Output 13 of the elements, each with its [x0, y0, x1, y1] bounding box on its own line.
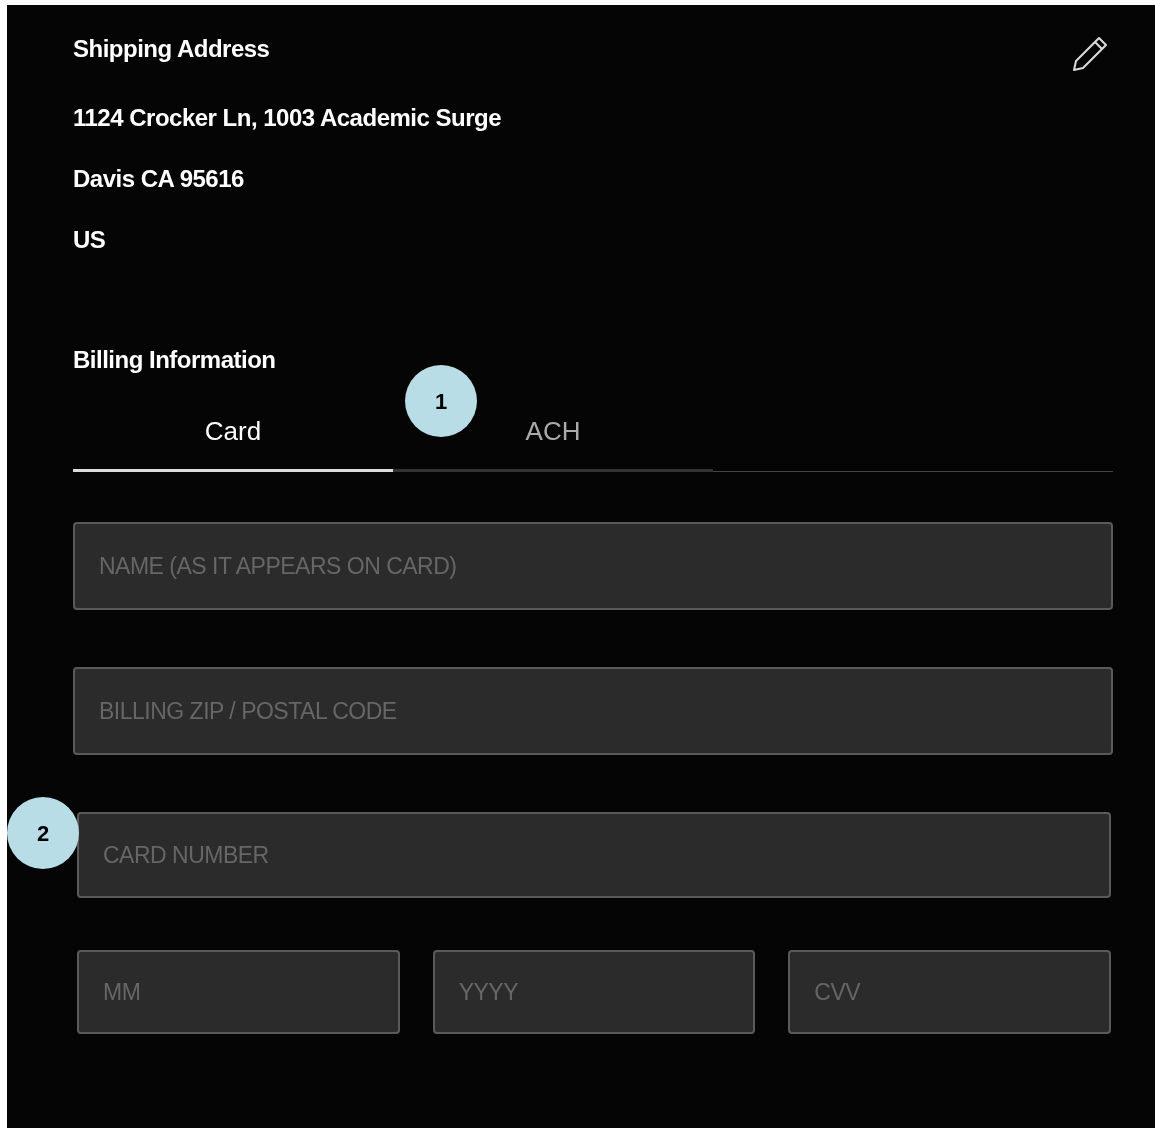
tab[interactable]: Card [73, 400, 393, 473]
input-field[interactable]: BILLING ZIP / POSTAL CODE [73, 667, 1113, 756]
pencil-icon[interactable] [1071, 35, 1109, 73]
address-line: US [73, 225, 107, 255]
input-field[interactable]: MM [77, 950, 400, 1035]
section-heading: Shipping Address [73, 35, 270, 64]
input-field[interactable]: NAME (AS IT APPEARS ON CARD) [73, 522, 1113, 611]
address-line: 1124 Crocker Ln, 1003 Academic Surge [73, 104, 502, 133]
input-field[interactable]: CARD NUMBER [77, 812, 1111, 899]
address-line: Davis CA 95616 [73, 164, 245, 194]
section-heading: Billing Information [73, 346, 277, 376]
input-field[interactable]: YYYY [432, 950, 756, 1035]
input-field[interactable]: CVV [788, 950, 1111, 1035]
